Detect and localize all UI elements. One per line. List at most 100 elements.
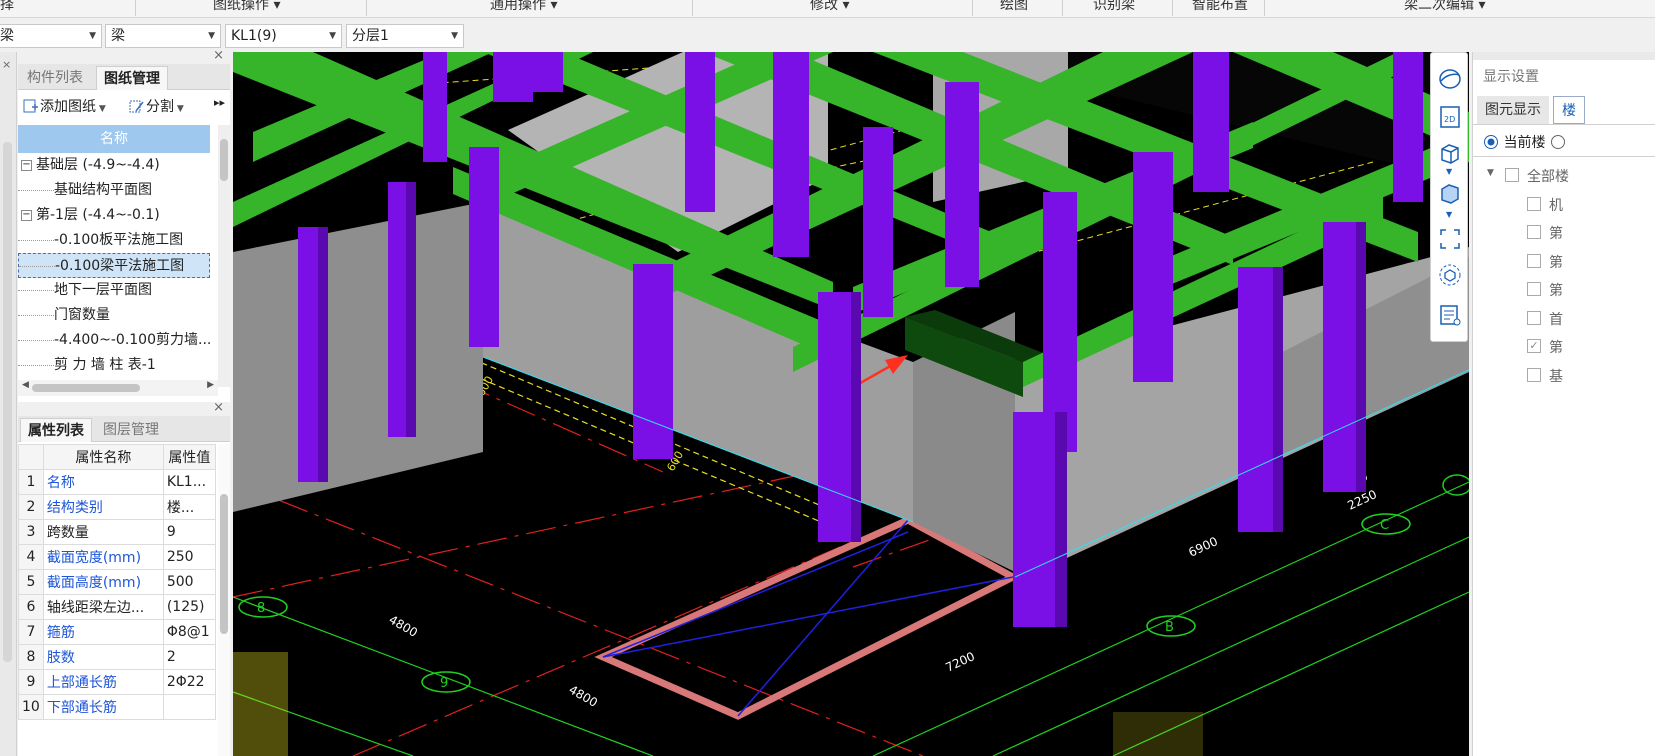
- scrollbar-thumb[interactable]: [220, 139, 228, 181]
- property-value[interactable]: 楼...: [162, 494, 217, 520]
- collapse-icon[interactable]: −: [21, 209, 32, 221]
- chevron-right-icon[interactable]: ▶: [207, 380, 214, 390]
- expand-arrow-icon[interactable]: ▼: [1487, 168, 1494, 178]
- property-row[interactable]: 5 截面高度(mm) 500: [18, 569, 217, 595]
- 2d-view-icon[interactable]: 2D: [1438, 105, 1462, 129]
- ribbon-general-ops[interactable]: 通用操作 ▾: [490, 0, 557, 14]
- property-row[interactable]: 4 截面宽度(mm) 250: [18, 544, 217, 570]
- property-value[interactable]: (125): [162, 594, 217, 620]
- property-value[interactable]: 2: [162, 644, 217, 670]
- solid-view-icon[interactable]: [1438, 181, 1462, 205]
- fullscreen-icon[interactable]: [1438, 227, 1462, 251]
- add-drawing-button[interactable]: 添加图纸 ▼: [22, 96, 106, 116]
- property-value[interactable]: Φ8@1: [162, 619, 217, 645]
- property-value[interactable]: 9: [162, 519, 217, 545]
- tree-horizontal-scrollbar[interactable]: ◀ ▶: [18, 380, 218, 396]
- tab-element-display[interactable]: 图元显示: [1477, 96, 1549, 124]
- chevron-left-icon[interactable]: ◀: [22, 380, 29, 390]
- display-settings-icon[interactable]: [1438, 303, 1462, 327]
- chevron-down-icon[interactable]: ▼: [1446, 167, 1452, 176]
- tab-property-list[interactable]: 属性列表: [20, 418, 92, 442]
- more-tools-icon[interactable]: ▸▸: [214, 96, 225, 109]
- close-icon[interactable]: ×: [2, 58, 11, 71]
- panel-top-strip: [1473, 52, 1655, 60]
- scrollbar[interactable]: [3, 142, 12, 662]
- row-number: 9: [18, 669, 44, 695]
- property-name-header: 属性名称: [42, 444, 164, 470]
- tree-item[interactable]: 地下一层平面图: [18, 278, 210, 303]
- layer-combo[interactable]: 分层1 ▼: [346, 24, 464, 48]
- ribbon-beam-secondary-edit[interactable]: 梁二次编辑 ▾: [1404, 0, 1485, 14]
- scrollbar-thumb[interactable]: [220, 494, 228, 634]
- property-row[interactable]: 2 结构类别 楼...: [18, 494, 217, 520]
- tree-item[interactable]: − 基础层 (-4.9~-4.4): [18, 153, 210, 178]
- scrollbar-thumb[interactable]: [32, 384, 140, 392]
- ribbon-recognize-beam[interactable]: 识别梁: [1093, 0, 1135, 14]
- 3d-model-canvas[interactable]: 8 9 B C 4800 4800 7200 6900 2400 2250 60…: [233, 52, 1469, 756]
- property-value[interactable]: [162, 694, 217, 720]
- tree-item[interactable]: 剪 力 墙 柱 表-1: [18, 353, 210, 378]
- ribbon-select[interactable]: 择: [0, 0, 14, 14]
- close-icon[interactable]: ×: [213, 48, 224, 63]
- checkbox[interactable]: [1505, 168, 1519, 182]
- chevron-down-icon[interactable]: ▼: [1446, 210, 1452, 219]
- property-vertical-scrollbar[interactable]: [218, 444, 230, 756]
- tree-item[interactable]: 门窗数量: [18, 303, 210, 328]
- floor-label: 第: [1549, 254, 1563, 271]
- column-header-name: 名称: [18, 125, 210, 153]
- split-button[interactable]: 分割 ▼: [128, 96, 184, 116]
- property-row[interactable]: 8 肢数 2: [18, 644, 217, 670]
- checkbox[interactable]: [1527, 282, 1541, 296]
- floor-label: 基: [1549, 368, 1563, 385]
- floor-opening-outline: [594, 516, 1021, 720]
- tab-layer-management[interactable]: 图层管理: [96, 418, 166, 442]
- row-number: 6: [18, 594, 44, 620]
- tree-item-label: 门窗数量: [54, 307, 110, 323]
- tree-item-label: -0.100板平法施工图: [54, 232, 184, 248]
- tree-item[interactable]: -0.100板平法施工图: [18, 228, 210, 253]
- axis-label: 8: [257, 601, 265, 616]
- ribbon-modify[interactable]: 修改 ▾: [810, 0, 849, 14]
- property-row[interactable]: 3 跨数量 9: [18, 519, 217, 545]
- property-row[interactable]: 9 上部通长筋 2Φ22: [18, 669, 217, 695]
- checkbox-checked[interactable]: ✓: [1527, 339, 1541, 353]
- tree-item[interactable]: -4.400~-0.100剪力墙...: [18, 328, 210, 353]
- ribbon-draw[interactable]: 绘图: [1000, 0, 1028, 14]
- property-value[interactable]: 2Φ22: [162, 669, 217, 695]
- element-type-combo[interactable]: 梁 ▼: [105, 24, 221, 48]
- property-row[interactable]: 1 名称 KL1...: [18, 469, 217, 495]
- property-value[interactable]: 500: [162, 569, 217, 595]
- property-row[interactable]: 6 轴线距梁左边... (125): [18, 594, 217, 620]
- ribbon-drawing-ops[interactable]: 图纸操作 ▾: [213, 0, 280, 14]
- tab-drawing-management[interactable]: 图纸管理: [96, 66, 168, 90]
- floor-label: 第: [1549, 226, 1563, 242]
- close-icon[interactable]: ×: [213, 400, 224, 415]
- 3d-model-viewport[interactable]: 8 9 B C 4800 4800 7200 6900 2400 2250 60…: [233, 52, 1469, 756]
- current-floor-radio[interactable]: 当前楼: [1483, 132, 1566, 152]
- tree-item[interactable]: − 第-1层 (-4.4~-0.1): [18, 203, 210, 228]
- checkbox[interactable]: [1527, 310, 1541, 325]
- tab-component-list[interactable]: 构件列表: [20, 66, 90, 90]
- collapse-icon[interactable]: −: [21, 159, 32, 171]
- local-3d-icon[interactable]: [1438, 263, 1462, 287]
- checkbox[interactable]: [1527, 225, 1541, 239]
- checkbox[interactable]: [1527, 196, 1541, 211]
- checkbox[interactable]: [1527, 253, 1541, 268]
- property-value[interactable]: 250: [162, 544, 217, 570]
- 3d-view-icon[interactable]: [1438, 141, 1462, 165]
- ribbon-smart-layout[interactable]: 智能布置: [1192, 0, 1248, 14]
- property-row[interactable]: 10 下部通长筋: [18, 694, 217, 720]
- property-value[interactable]: KL1...: [162, 469, 217, 495]
- floor-combo[interactable]: 梁 ▼: [0, 24, 102, 48]
- orbit-icon[interactable]: [1438, 67, 1462, 91]
- checkbox[interactable]: [1527, 367, 1541, 382]
- element-name-combo[interactable]: KL1(9) ▼: [225, 24, 342, 48]
- tree-vertical-scrollbar[interactable]: [218, 125, 230, 387]
- property-row[interactable]: 7 箍筋 Φ8@1: [18, 619, 217, 645]
- tab-floor-display[interactable]: 楼: [1553, 96, 1585, 124]
- divider: [366, 0, 367, 16]
- tree-item[interactable]: 基础结构平面图: [18, 178, 210, 203]
- divider: [1062, 0, 1063, 16]
- tree-item[interactable]: -0.100梁平法施工图: [18, 253, 210, 278]
- tree-item-label: 第-1层 (-4.4~-0.1): [36, 207, 160, 223]
